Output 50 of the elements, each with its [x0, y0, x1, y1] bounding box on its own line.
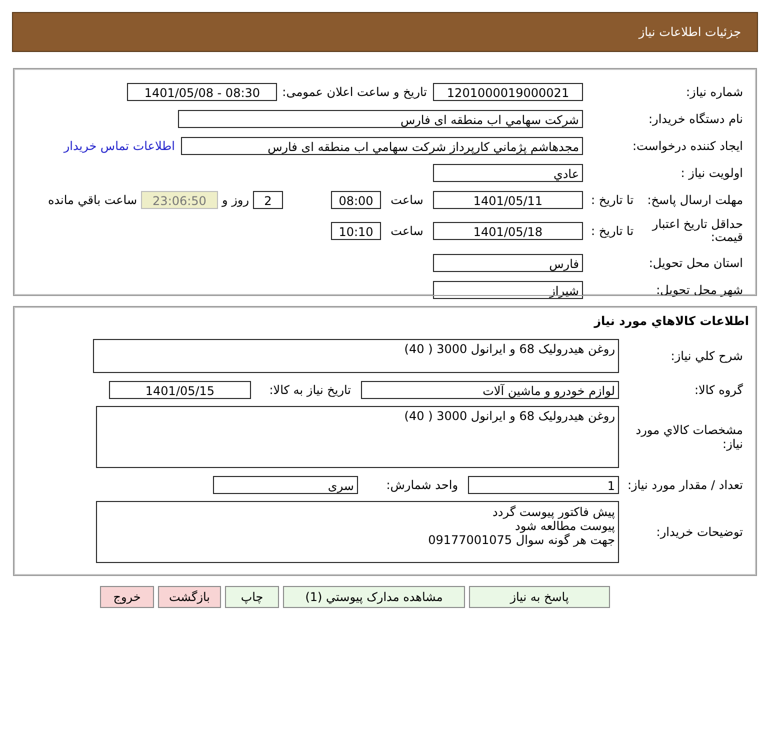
- buyer-org-field: شرکت سهامي اب منطقه ای فارس: [178, 110, 583, 128]
- remaining-time-field: 23:06:50: [141, 190, 218, 208]
- note-line: جهت هر گونه سوال 09177001075: [427, 533, 615, 547]
- note-line: پیوست مطالعه شود: [514, 519, 615, 533]
- goods-group-field: لوازم خودرو و ماشین آلات: [361, 380, 619, 398]
- section-title: اطلاعات کالاهاي مورد نیاز: [592, 314, 750, 330]
- summary-field: روغن هیدرولیک 68 و ایرانول 3000 ( 40): [93, 339, 619, 373]
- field-label: شماره نیاز:: [685, 84, 744, 98]
- unit-field: سری: [213, 476, 358, 494]
- requester-field: مجدهاشم پژماني کارپرداز شرکت سهامي اب منطقه ای فارس: [181, 136, 583, 154]
- time-field: 10:10: [331, 222, 381, 240]
- quantity-field: 1: [468, 476, 619, 494]
- field-label: استان محل تحویل:: [648, 256, 744, 270]
- field-label: گروه کالا:: [694, 382, 744, 396]
- province-field: فارس: [433, 254, 583, 272]
- action-button[interactable]: خروج: [100, 586, 154, 608]
- field-label: توضیحات خریدار:: [655, 525, 744, 539]
- action-button[interactable]: مشاهده مدارک پیوستي (1): [283, 586, 465, 608]
- action-button[interactable]: بازگشت: [158, 586, 221, 608]
- time-field: 08:00: [331, 190, 381, 208]
- announce-date-field: 1401/05/08 - 08:30: [127, 82, 278, 100]
- action-button[interactable]: چاپ: [225, 586, 279, 608]
- field-label: تا تاریخ :: [591, 224, 634, 238]
- note-line: پیش فاکتور پیوست گردد: [492, 505, 615, 519]
- need-date-field: 1401/05/15: [109, 380, 251, 398]
- page-title: جزئیات اطلاعات نیاز: [638, 25, 741, 39]
- field-label: مشخصات کالاي مورد نیاز:: [634, 423, 744, 451]
- date-field: 1401/05/11: [433, 190, 583, 208]
- field-label: تا تاریخ :: [591, 192, 634, 206]
- time-label: ساعت: [390, 224, 424, 238]
- days-label: روز و: [222, 192, 249, 206]
- field-label: تعداد / مقدار مورد نیاز:: [626, 478, 744, 492]
- field-label: اولویت نیاز :: [680, 166, 744, 180]
- specs-field: روغن هیدرولیک 68 و ایرانول 3000 ( 40): [96, 406, 619, 468]
- need-number-field: 1201000019000021: [433, 82, 583, 100]
- contact-link[interactable]: اطلاعات تماس خریدار: [64, 138, 175, 152]
- field-label: مهلت ارسال پاسخ:: [647, 192, 743, 206]
- field-label: تاریخ نیاز به کالا:: [268, 382, 351, 396]
- field-label: نام دستگاه خریدار:: [648, 112, 744, 126]
- field-label: واحد شمارش:: [385, 478, 458, 492]
- remaining-label: ساعت باقي مانده: [48, 192, 137, 206]
- time-label: ساعت: [390, 192, 424, 206]
- date-field: 1401/05/18: [433, 222, 583, 240]
- field-label: تاریخ و ساعت اعلان عمومی:: [282, 84, 427, 98]
- field-label: حداقل تاریخ اعتبار قیمت:: [650, 218, 743, 244]
- field-label: شرح کلي نیاز:: [670, 349, 744, 363]
- field-label: ایجاد کننده درخواست:: [631, 138, 744, 152]
- priority-field: عادي: [433, 164, 583, 182]
- action-button[interactable]: پاسخ به نیاز: [469, 586, 610, 608]
- days-field: 2: [253, 190, 283, 208]
